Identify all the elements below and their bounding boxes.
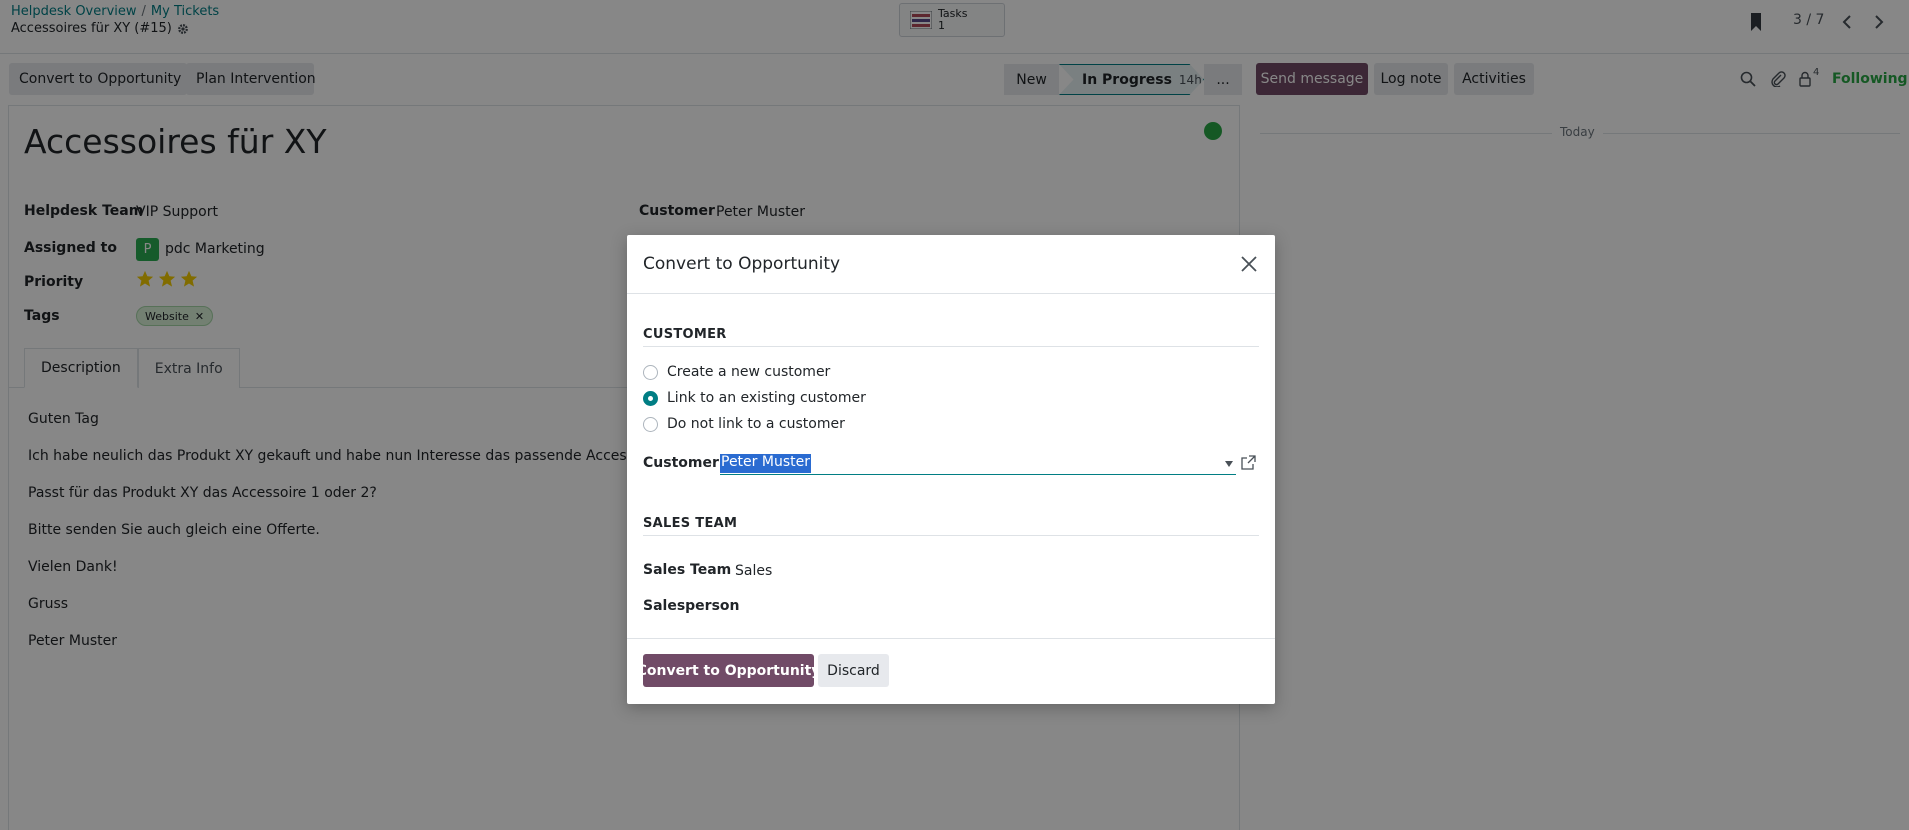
convert-to-opportunity-dialog: Convert to Opportunity CUSTOMER Create a… (627, 235, 1275, 704)
caret-down-icon[interactable] (1225, 460, 1233, 468)
salesperson-label: Salesperson (643, 598, 740, 614)
close-icon[interactable] (1239, 254, 1259, 274)
radio-button-checked[interactable] (643, 390, 658, 406)
sales-team-value[interactable]: Sales (735, 563, 772, 579)
radio-button[interactable] (643, 364, 658, 380)
option-do-not-link[interactable]: Do not link to a customer (643, 416, 845, 432)
discard-button[interactable]: Discard (818, 654, 889, 687)
section-divider (643, 346, 1259, 347)
modal-customer-label: Customer (643, 455, 719, 471)
modal-header: Convert to Opportunity (627, 235, 1275, 294)
modal-footer: Convert to Opportunity Discard (627, 638, 1275, 704)
option-link-existing-customer[interactable]: Link to an existing customer (643, 390, 866, 406)
option-label: Do not link to a customer (667, 416, 845, 432)
option-label: Link to an existing customer (667, 390, 866, 406)
radio-button[interactable] (643, 416, 658, 432)
customer-input-selected-text[interactable]: Peter Muster (720, 454, 811, 473)
sales-team-section-title: SALES TEAM (643, 516, 738, 531)
section-divider (643, 535, 1259, 536)
sales-team-label: Sales Team (643, 562, 732, 578)
modal-title: Convert to Opportunity (643, 254, 841, 274)
customer-section-title: CUSTOMER (643, 327, 727, 342)
external-link-icon[interactable] (1241, 455, 1256, 470)
option-label: Create a new customer (667, 364, 831, 380)
confirm-convert-button[interactable]: Convert to Opportunity (637, 654, 820, 687)
option-create-new-customer[interactable]: Create a new customer (643, 364, 830, 380)
